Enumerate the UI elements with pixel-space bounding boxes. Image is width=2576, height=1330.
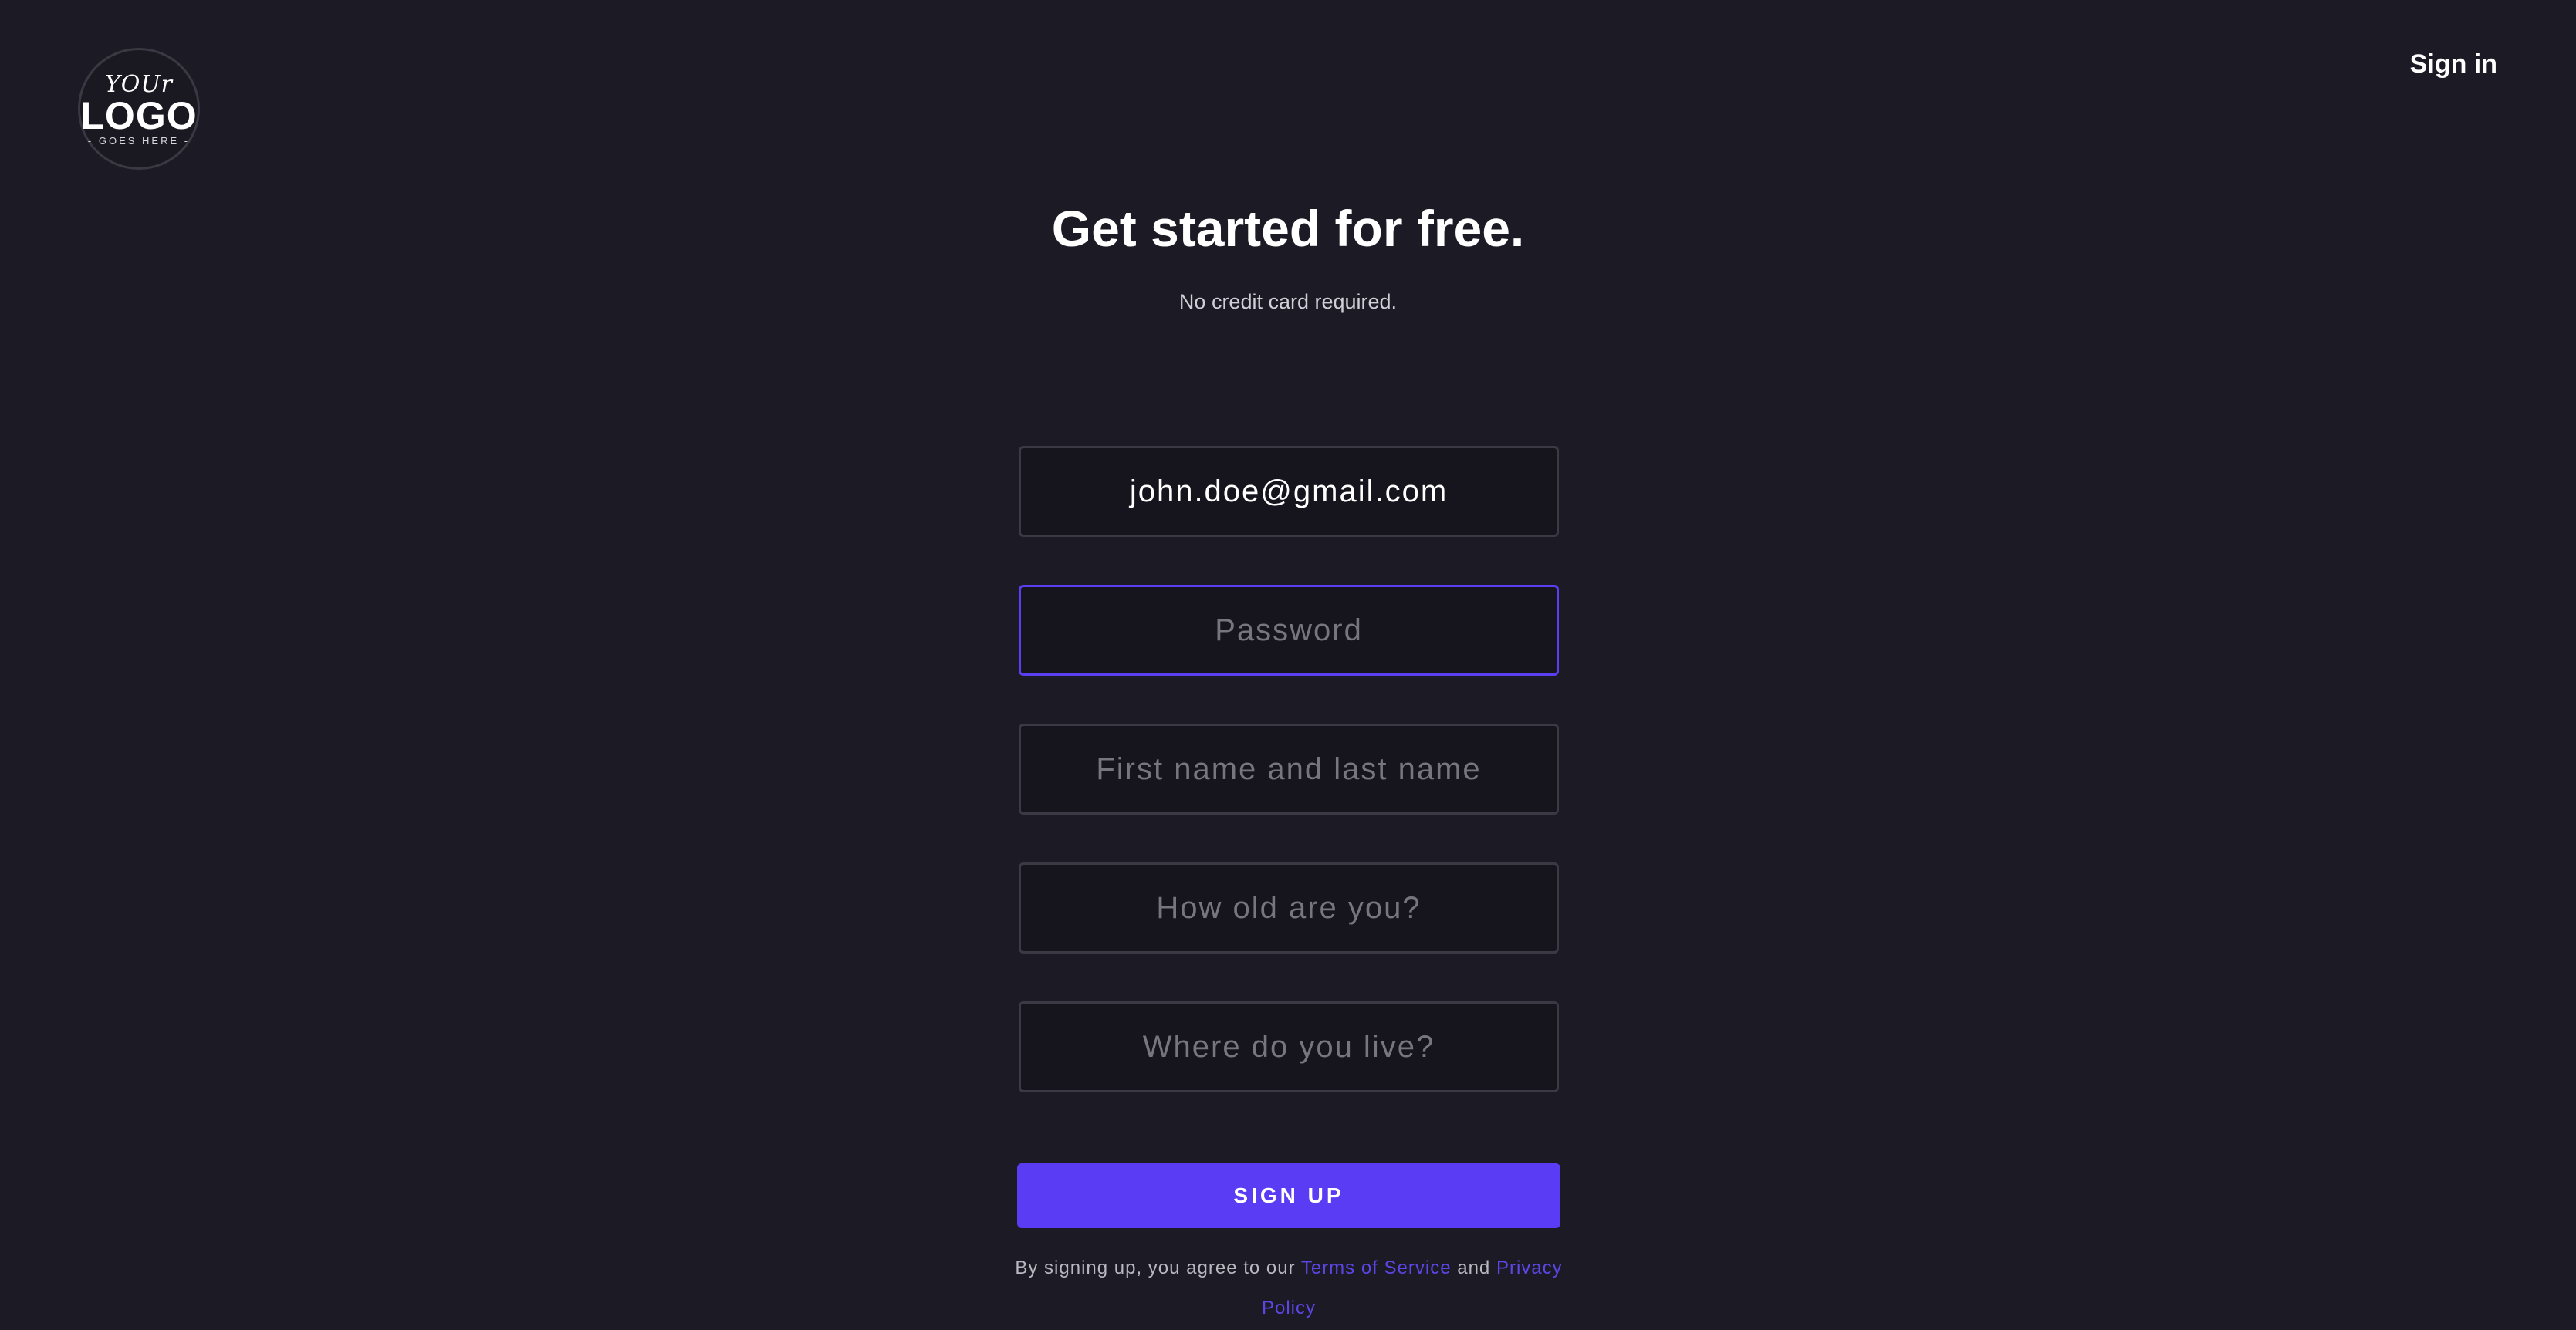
age-field[interactable] [1019, 862, 1559, 954]
logo-top-text: YOUr [104, 71, 174, 98]
terms-of-service-link[interactable]: Terms of Service [1301, 1257, 1452, 1278]
signup-page: YOUr LOGO - GOES HERE - Sign in Get star… [0, 0, 2576, 1330]
legal-notice: By signing up, you agree to our Terms of… [1011, 1248, 1567, 1328]
sign-in-link[interactable]: Sign in [2410, 49, 2497, 79]
legal-prefix: By signing up, you agree to our [1015, 1257, 1301, 1278]
sign-up-button[interactable]: SIGN UP [1017, 1163, 1560, 1228]
page-title: Get started for free. [1051, 200, 1525, 257]
full-name-field[interactable] [1019, 724, 1559, 815]
location-field[interactable] [1019, 1001, 1559, 1092]
password-field[interactable] [1019, 585, 1559, 676]
email-field[interactable] [1019, 446, 1559, 537]
page-subtitle: No credit card required. [1178, 290, 1398, 313]
logo-main-text: LOGO [80, 94, 198, 137]
logo: YOUr LOGO - GOES HERE - [78, 48, 200, 170]
logo-bottom-text: - GOES HERE - [87, 135, 191, 147]
legal-conjunction: and [1451, 1257, 1496, 1278]
